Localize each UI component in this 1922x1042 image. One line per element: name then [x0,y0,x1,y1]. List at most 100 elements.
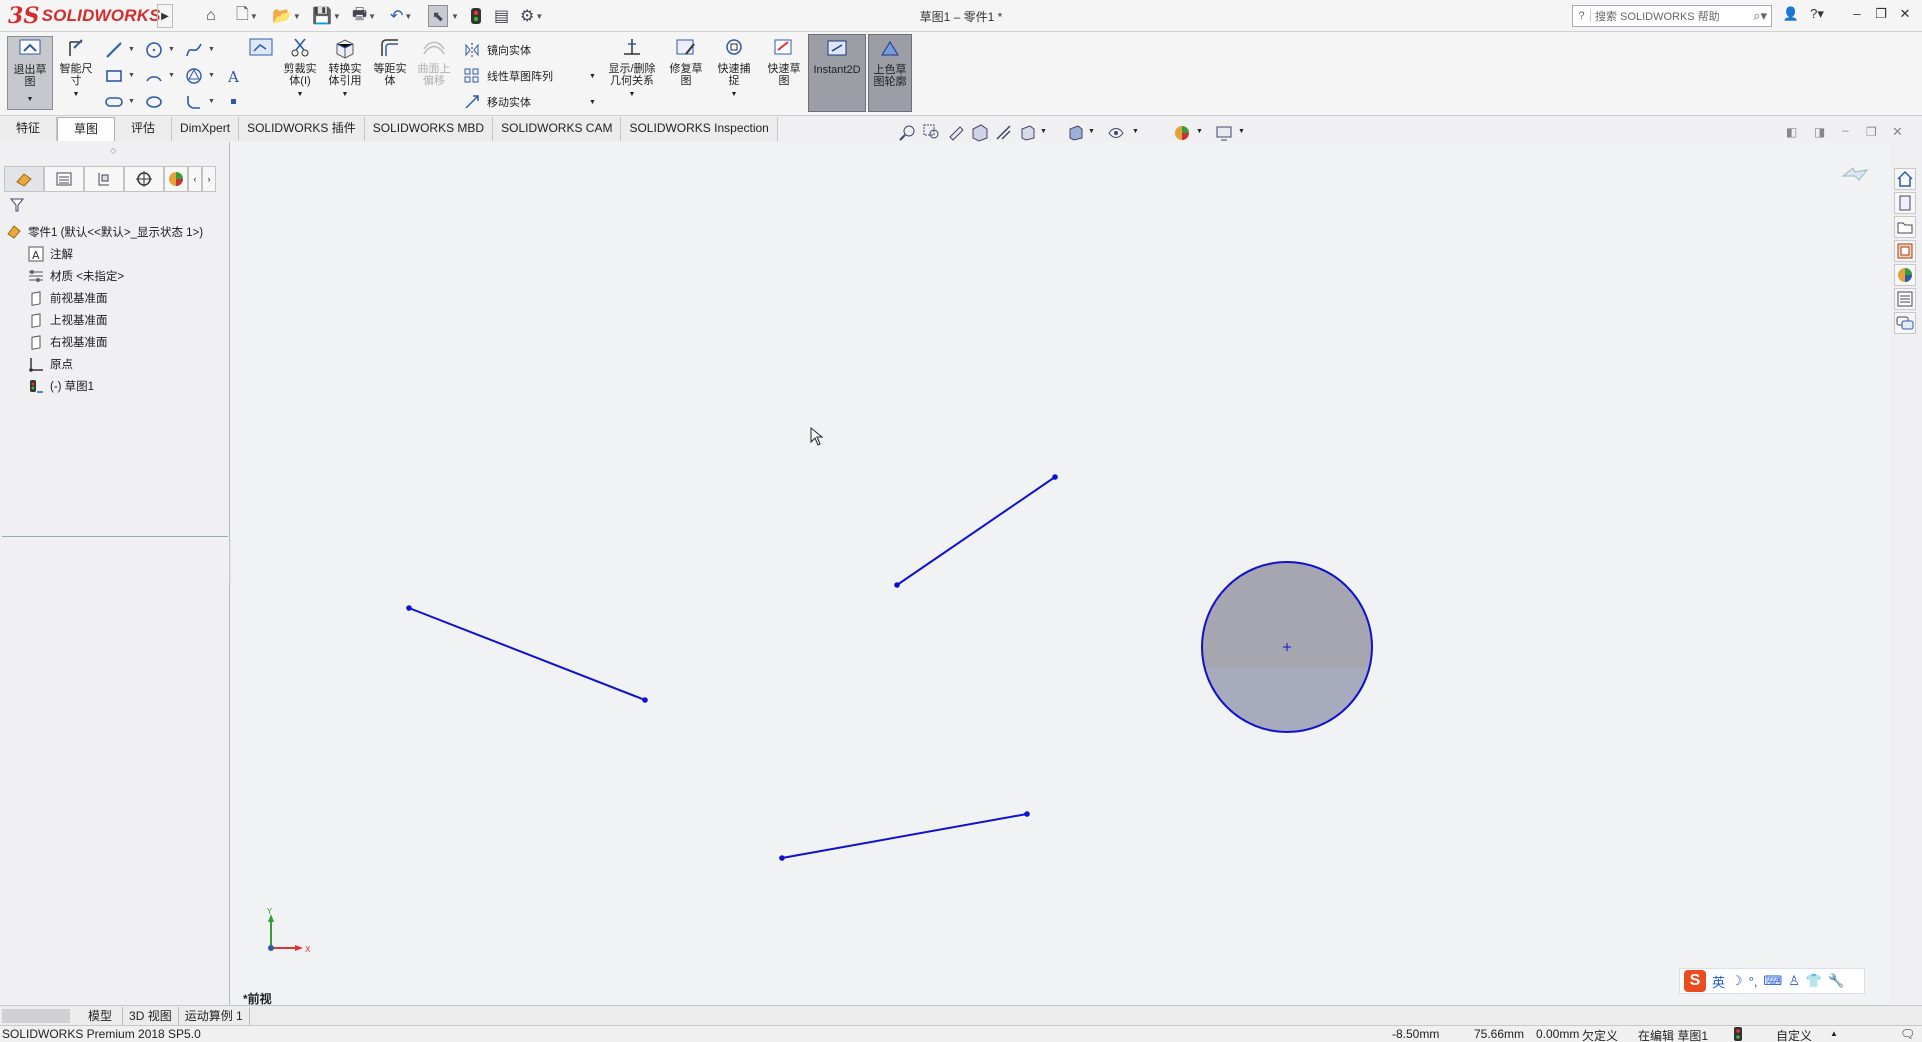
save-button[interactable]: 💾 ▼ [312,5,341,27]
tab-feature-manager[interactable] [4,166,44,192]
tree-item-sketch1[interactable]: (-) 草图1 [28,376,94,396]
solidworks-logo[interactable]: 3S SOLIDWORKS [8,2,161,30]
chevron-down-icon[interactable]: ▼ [333,12,341,21]
tree-root-part[interactable]: 零件1 (默认<<默认>_显示状态 1>) [6,222,203,242]
view-orientation-icon[interactable] [1018,123,1038,143]
arc-tool-icon[interactable] [144,66,164,86]
menu-expand-arrow-icon[interactable]: ▶ [157,4,173,28]
chevron-down-icon[interactable]: ▼ [27,94,34,106]
display-relations-button[interactable]: 显示/删除几何关系 ▼ [604,36,660,101]
display-style-icon[interactable] [1066,123,1086,143]
chevron-down-icon[interactable]: ▼ [629,89,636,101]
help-question-icon[interactable]: ? [1573,10,1591,22]
chevron-down-icon[interactable]: ▼ [1132,128,1139,135]
select-button[interactable]: ⬉ [428,5,448,27]
tabs-scrollbar[interactable] [2,1008,70,1023]
chevron-down-icon[interactable]: ▼ [128,46,135,53]
tree-item-material[interactable]: 材质 <未指定> [28,266,124,286]
sketch-endpoint[interactable] [642,697,648,703]
tab-features[interactable]: 特征 [0,117,58,141]
fillet-tool-icon[interactable] [184,92,204,112]
sketch-line-3[interactable] [779,811,1030,861]
rebuild-status-icon[interactable] [1734,1027,1742,1041]
chevron-down-icon[interactable]: ▼ [589,99,596,106]
tree-item-right-plane[interactable]: 右视基准面 [28,332,108,352]
chevron-down-icon[interactable]: ▼ [589,73,596,80]
instant2d-button[interactable]: Instant2D [808,34,866,112]
view-settings-icon[interactable] [1214,123,1234,143]
chevron-down-icon[interactable]: ▼ [208,72,215,79]
sketch-endpoint[interactable] [1052,474,1058,480]
rollback-bar[interactable] [2,536,228,537]
hide-show-items-icon[interactable] [1106,123,1126,143]
wrench-icon[interactable]: 🔧 [1828,973,1844,989]
close-button[interactable]: ✕ [1894,6,1916,26]
minimize-button[interactable]: – [1846,6,1868,26]
print-button[interactable]: 🖶 ▼ [352,5,376,27]
tree-item-front-plane[interactable]: 前视基准面 [28,288,108,308]
chevron-down-icon[interactable]: ▼ [293,12,301,21]
mirror-entities-button[interactable]: 镜向实体 [463,40,531,60]
section-view-icon[interactable] [970,123,990,143]
new-document-button[interactable]: 🗋 ▼ [236,5,258,27]
tab-motion-study-1[interactable]: 运动算例 1 [179,1006,250,1025]
chevron-down-icon[interactable]: ▼ [250,12,258,21]
slot-tool-icon[interactable] [104,92,124,112]
previous-view-icon[interactable] [946,123,966,143]
ellipse-tool-icon[interactable] [144,92,164,112]
exit-sketch-button[interactable]: 退出草图 ▼ [7,36,53,110]
person-icon[interactable]: ♙ [1788,973,1800,989]
repair-sketch-button[interactable]: 修复草图 [664,36,708,87]
offset-on-surface-button[interactable]: 曲面上偏移 [414,36,454,87]
chevron-down-icon[interactable]: ▼ [128,98,135,105]
convert-entities-button[interactable]: 转换实体引用 ▼ [324,36,366,101]
sketch-endpoint[interactable] [894,582,900,588]
tab-solidworks-inspection[interactable]: SOLIDWORKS Inspection [621,117,778,141]
chevron-down-icon[interactable]: ▼ [297,89,304,101]
tab-evaluate[interactable]: 评估 [115,117,173,141]
tab-solidworks-cam[interactable]: SOLIDWORKS CAM [493,117,622,141]
smart-dimension-button[interactable]: 智能尺寸 ▼ [56,36,96,101]
chevron-down-icon[interactable]: ▼ [73,89,80,101]
forum-tab[interactable] [1894,312,1916,334]
solidworks-resources-tab[interactable] [1894,168,1916,190]
zoom-to-fit-icon[interactable] [898,123,918,143]
options-button[interactable]: ⚙ ▼ [520,5,543,27]
unit-system-selector[interactable]: 自定义 [1776,1027,1812,1042]
sketch-endpoint[interactable] [779,855,785,861]
home-button[interactable]: ⌂ [206,5,216,27]
tab-model[interactable]: 模型 [78,1006,124,1025]
sketch-line-2[interactable] [406,605,648,703]
chevron-down-icon[interactable]: ▼ [208,46,215,53]
tab-dimxpert-manager[interactable] [124,166,164,192]
file-properties-button[interactable]: ▤ [494,5,509,27]
chevron-down-icon[interactable]: ▼ [342,89,349,101]
open-document-button[interactable]: 📂 ▼ [272,5,301,27]
text-tool-icon[interactable]: A [224,66,244,86]
edit-appearance-icon[interactable] [1172,123,1192,143]
design-library-tab[interactable] [1894,192,1916,214]
chevron-down-icon[interactable]: ▼ [731,89,738,101]
ime-mode-toggle[interactable]: 英 [1712,972,1725,991]
moon-icon[interactable]: ☽ [1731,973,1743,989]
tree-item-annotations[interactable]: A 注解 [28,244,73,264]
move-entities-button[interactable]: 移动实体 ▼ [463,92,596,112]
appearances-tab[interactable] [1894,264,1916,286]
viewport-restore-icon[interactable]: ❐ [1866,125,1877,139]
tab-property-manager[interactable] [44,166,84,192]
help-search-input[interactable]: ? 搜索 SOLIDWORKS 帮助 ⌕▾ [1572,5,1772,27]
keyboard-icon[interactable]: ⌨ [1763,973,1782,989]
tab-sketch[interactable]: 草图 [57,117,116,141]
tab-solidworks-addins[interactable]: SOLIDWORKS 插件 [239,117,365,141]
file-explorer-tab[interactable] [1894,216,1916,238]
custom-properties-tab[interactable] [1894,288,1916,310]
sketch-confirmation-corner-icon[interactable] [1841,167,1869,181]
sketch-line-1[interactable] [894,474,1058,588]
graphics-area[interactable]: Y X *前视 [231,142,1891,1010]
filter-icon[interactable] [10,198,24,212]
point-tool-icon[interactable] [224,92,244,112]
chevron-down-icon[interactable]: ▼ [1088,128,1095,135]
linear-pattern-button[interactable]: 线性草图阵列 ▼ [463,66,596,86]
chevron-down-icon[interactable]: ▼ [1040,128,1047,135]
rebuild-button[interactable] [470,5,482,27]
